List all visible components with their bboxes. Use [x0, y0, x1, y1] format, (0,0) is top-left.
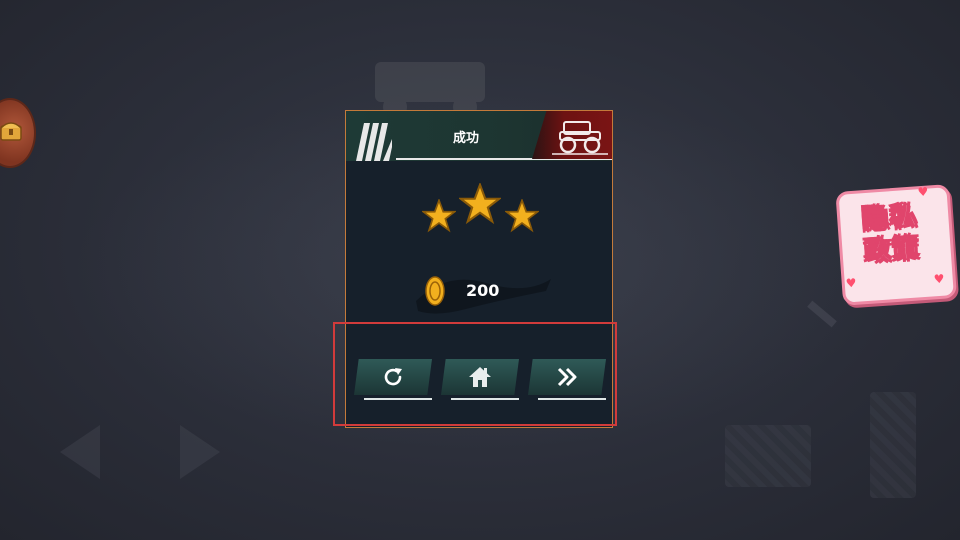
brake-pedal — [725, 425, 811, 487]
button-underline — [364, 398, 432, 400]
heart-icon: ♥ — [917, 184, 929, 200]
star-icon — [459, 183, 501, 225]
next-level-button[interactable] — [528, 359, 606, 401]
button-underline — [538, 398, 606, 400]
game-screen: 隐私 政策 ♥ ♥ ♥ 成功 200 — [0, 0, 960, 540]
privacy-policy-label: 隐私 政策 — [861, 201, 922, 268]
steer-left-control — [60, 425, 100, 479]
truck-badge — [532, 111, 612, 159]
monster-truck-icon — [552, 121, 608, 155]
steer-right-control — [180, 425, 220, 479]
coin-icon — [425, 276, 445, 306]
reward-row: 200 — [346, 271, 612, 314]
dialog-title: 成功 — [452, 131, 479, 146]
treasure-chest-button[interactable] — [0, 100, 34, 166]
restart-button[interactable] — [354, 359, 432, 401]
level-result-dialog: 成功 200 — [345, 110, 613, 428]
restart-icon — [384, 368, 402, 386]
privacy-policy-button[interactable]: 隐私 政策 ♥ ♥ ♥ — [831, 178, 959, 306]
button-underline — [451, 398, 519, 400]
dialog-header: 成功 — [346, 111, 612, 161]
reward-amount: 200 — [466, 281, 500, 300]
home-icon — [469, 367, 491, 387]
gas-pedal — [870, 392, 916, 498]
treasure-chest-icon — [0, 122, 22, 141]
stripes-decoration — [356, 123, 392, 161]
heart-icon: ♥ — [845, 275, 858, 291]
heart-icon: ♥ — [933, 271, 945, 287]
star-icon — [422, 199, 456, 233]
star-rating — [346, 181, 612, 241]
star-icon — [505, 199, 539, 233]
home-button[interactable] — [441, 359, 519, 401]
fast-forward-icon — [557, 367, 577, 387]
